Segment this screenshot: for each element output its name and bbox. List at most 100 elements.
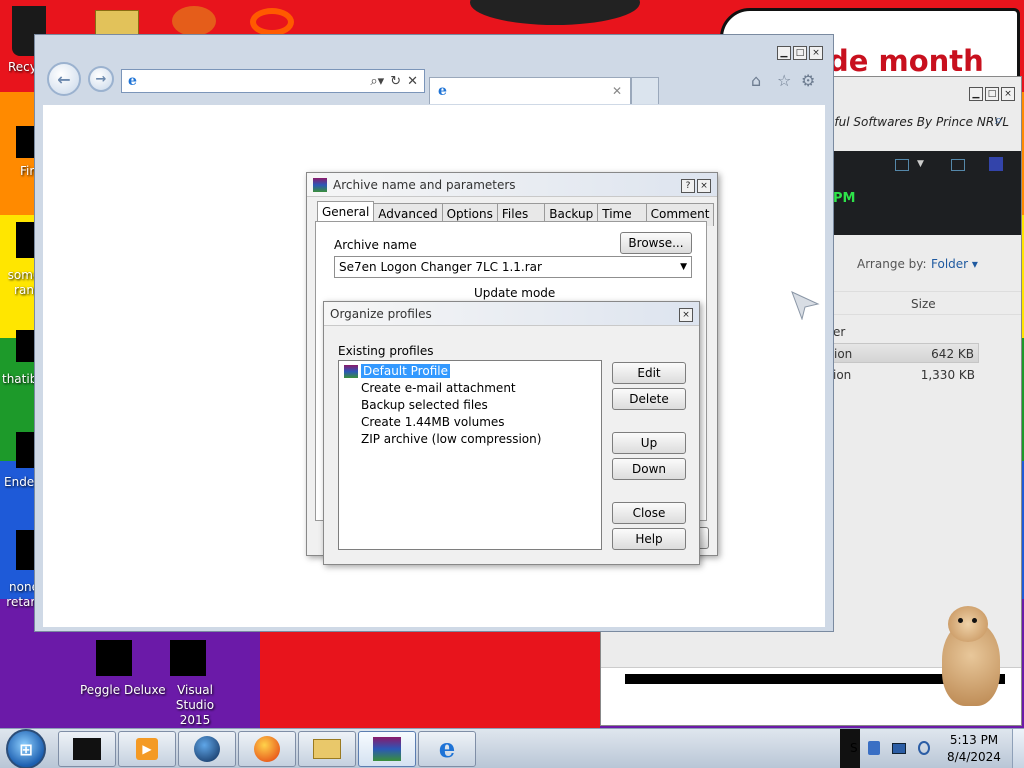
close-button[interactable]: × <box>697 178 711 193</box>
chevron-down-icon[interactable]: ▼ <box>680 262 687 272</box>
column-header-row: Size <box>833 291 1021 315</box>
window-controls: ▁ □ × <box>775 44 823 60</box>
clock-date: 8/4/2024 <box>947 750 1001 764</box>
taskbar-clock[interactable]: 5:13 PM 8/4/2024 <box>940 732 1008 766</box>
tray-app-icon[interactable] <box>868 741 880 755</box>
tray-text: S <box>850 741 858 755</box>
minimize-button[interactable]: ▁ <box>777 46 791 60</box>
desktop-icon-label: Recy <box>8 60 37 74</box>
list-item[interactable]: Create e-mail attachment <box>339 380 601 397</box>
home-icon[interactable]: ⌂ <box>751 71 761 90</box>
taskbar-item-internet-explorer[interactable]: e <box>418 731 476 767</box>
breadcrumb[interactable]: eful Softwares By Prince NRVL <box>827 115 1009 129</box>
taskbar: ⊞ ▶ e S 5:13 PM 8/4/2024 <box>0 728 1024 768</box>
archive-name-value: Se7en Logon Changer 7LC 1.1.rar <box>339 260 542 274</box>
browser-tab[interactable]: e ✕ <box>429 77 631 104</box>
app-icon[interactable] <box>989 157 1003 171</box>
new-tab-button[interactable] <box>631 77 659 104</box>
close-button[interactable]: × <box>1001 87 1015 101</box>
close-button[interactable]: Close <box>612 502 686 524</box>
close-button[interactable]: × <box>809 46 823 60</box>
window-controls: ▁ □ × <box>967 85 1015 101</box>
list-item[interactable]: Backup selected files <box>339 397 601 414</box>
media-player-icon: ▶ <box>136 738 158 760</box>
maximize-button[interactable]: □ <box>985 87 999 101</box>
peggle-deluxe-icon[interactable] <box>96 640 132 676</box>
minimize-button[interactable]: ▁ <box>969 87 983 101</box>
volume-icon[interactable] <box>918 741 930 755</box>
hamster-eye <box>972 618 977 623</box>
firefox-icon <box>254 736 280 762</box>
desktop-red-art <box>260 620 600 730</box>
down-button[interactable]: Down <box>612 458 686 480</box>
stop-icon[interactable]: ✕ <box>407 74 418 89</box>
ie-page-icon: e <box>438 83 447 99</box>
taskbar-item-firefox[interactable] <box>238 731 296 767</box>
forward-button[interactable]: → <box>88 66 114 92</box>
taskbar-item-winrar[interactable] <box>358 731 416 767</box>
globe-icon <box>194 736 220 762</box>
clock-time: 5:13 PM <box>949 733 999 747</box>
dialog-controls: ? × <box>679 177 711 193</box>
favorites-star-icon[interactable]: ☆ <box>777 71 791 90</box>
archive-name-label: Archive name <box>334 238 417 252</box>
profile-label: Create 1.44MB volumes <box>361 415 505 429</box>
close-tab-icon[interactable]: ✕ <box>612 84 622 98</box>
maximize-button[interactable]: □ <box>793 46 807 60</box>
list-item[interactable]: ZIP archive (low compression) <box>339 431 601 448</box>
list-item[interactable]: Create 1.44MB volumes <box>339 414 601 431</box>
winrar-icon <box>373 737 401 761</box>
cursor-icon <box>791 291 820 320</box>
delete-button[interactable]: Delete <box>612 388 686 410</box>
refresh-icon[interactable]: ↻ <box>390 74 401 89</box>
show-desktop-button[interactable] <box>1012 729 1024 768</box>
profile-label: Default Profile <box>361 364 450 378</box>
table-row[interactable]: ion 642 KB <box>833 343 979 363</box>
chevron-down-icon[interactable]: ▼ <box>917 159 924 169</box>
monitor-icon[interactable] <box>951 159 965 171</box>
profiles-listbox[interactable]: Default Profile Create e-mail attachment… <box>338 360 602 550</box>
monitor-icon[interactable] <box>895 159 909 171</box>
desktop-dark-art <box>470 0 640 25</box>
up-button[interactable]: Up <box>612 432 686 454</box>
arrange-by-dropdown[interactable]: Folder ▾ <box>931 257 978 271</box>
edit-button[interactable]: Edit <box>612 362 686 384</box>
taskbar-item-explorer[interactable] <box>298 731 356 767</box>
taskbar-item-globe[interactable] <box>178 731 236 767</box>
dialog-titlebar: Organize profiles × <box>324 302 699 326</box>
update-mode-label: Update mode <box>474 286 556 300</box>
start-button[interactable]: ⊞ <box>6 729 46 768</box>
search-icon[interactable]: ⌕▾ <box>370 74 384 89</box>
taskbar-item-terminal[interactable] <box>58 731 116 767</box>
visual-studio-icon[interactable] <box>170 640 206 676</box>
folder-icon[interactable] <box>95 10 139 36</box>
ie-icon: e <box>438 734 456 764</box>
close-button[interactable]: × <box>679 307 693 322</box>
ie-page-icon: e <box>128 73 137 89</box>
app-icon[interactable] <box>250 8 294 36</box>
dialog-titlebar: Archive name and parameters ? × <box>307 173 717 197</box>
desktop-icon-label: thatib <box>2 372 38 386</box>
gear-icon[interactable]: ⚙ <box>801 71 815 90</box>
help-button[interactable]: Help <box>612 528 686 550</box>
row-type: ion <box>834 347 853 361</box>
help-icon[interactable]: ? <box>681 178 695 193</box>
row-size: 642 KB <box>931 347 974 361</box>
taskbar-item-media[interactable]: ▶ <box>118 731 176 767</box>
desktop-icon-label: Visual Studio 2015 <box>175 683 215 727</box>
network-icon[interactable] <box>892 743 906 754</box>
list-item[interactable]: Default Profile <box>339 363 601 380</box>
arrange-by-label: Arrange by: <box>857 257 927 271</box>
archive-name-combobox[interactable]: Se7en Logon Changer 7LC 1.1.rar ▼ <box>334 256 692 278</box>
game-icon[interactable] <box>172 6 216 36</box>
folder-icon <box>313 739 341 759</box>
hamster-pet-icon[interactable] <box>936 604 1006 708</box>
browse-button[interactable]: Browse... <box>620 232 692 254</box>
promo-text: de month <box>828 44 984 78</box>
search-icon[interactable]: ⌕ <box>995 113 1002 128</box>
arrange-by-value: Folder <box>931 257 969 271</box>
address-bar[interactable]: e ⌕▾ ↻ ✕ <box>121 69 425 93</box>
column-size[interactable]: Size <box>911 297 936 311</box>
back-button[interactable]: ← <box>47 62 81 96</box>
table-row[interactable]: ion 1,330 KB <box>833 365 979 385</box>
